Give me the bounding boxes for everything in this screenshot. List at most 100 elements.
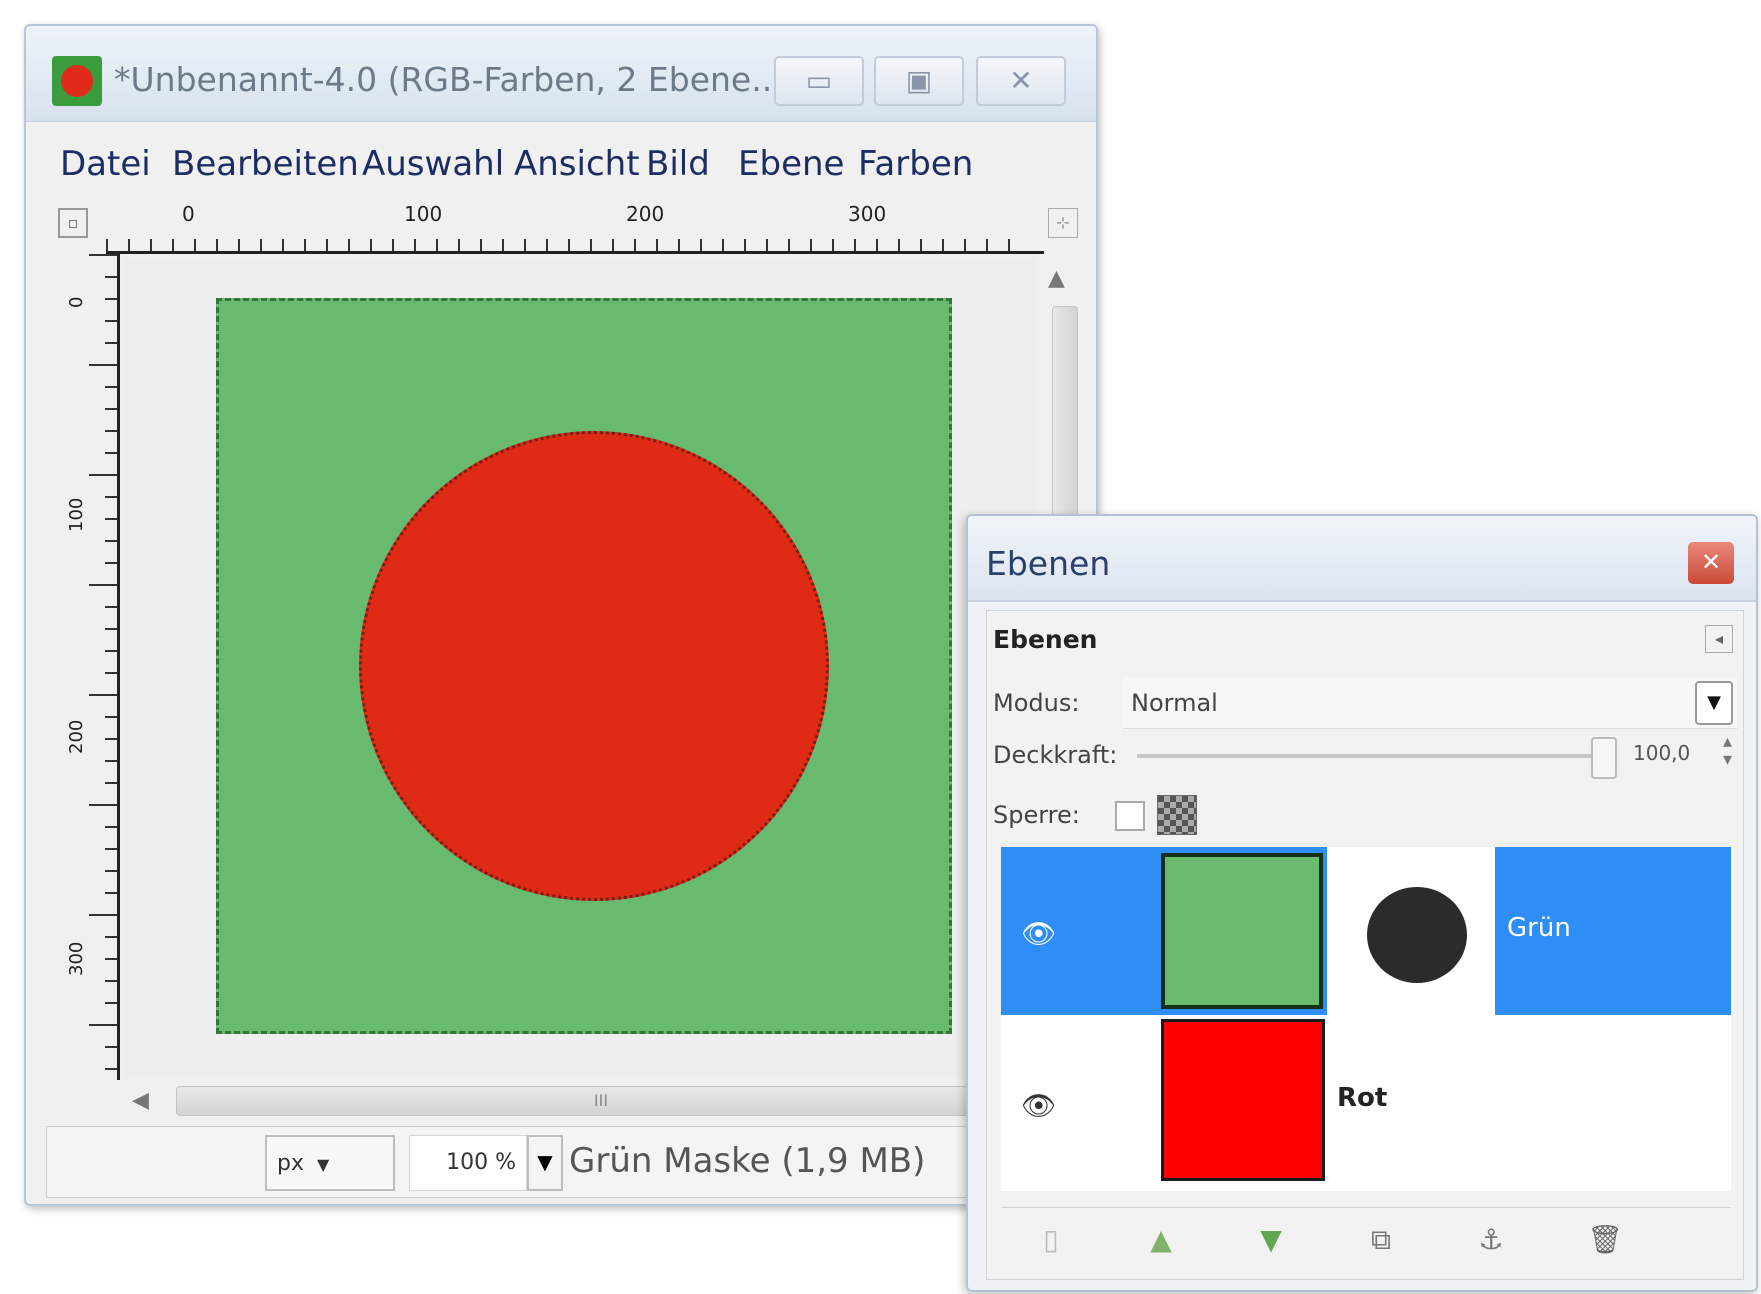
minimize-icon: ▭ — [805, 64, 833, 97]
ruler-tick — [105, 298, 117, 300]
new-layer-icon[interactable]: ▯ — [1031, 1220, 1071, 1260]
ruler-tick — [105, 936, 117, 938]
zoom-dropdown-button[interactable]: ▼ — [527, 1135, 563, 1191]
ruler-tick — [964, 239, 966, 251]
eye-icon[interactable]: 👁 — [1021, 1089, 1057, 1122]
opacity-value[interactable]: 100,0 — [1633, 741, 1690, 765]
opacity-slider-handle[interactable] — [1591, 737, 1617, 779]
mode-value: Normal — [1131, 689, 1218, 717]
ruler-tick — [194, 239, 196, 251]
layer-row-gruen[interactable]: 👁 Grün — [1001, 847, 1731, 1015]
opacity-spinner[interactable]: ▴ ▾ — [1723, 733, 1732, 769]
ruler-tick — [105, 1002, 117, 1004]
mode-label: Modus: — [993, 689, 1080, 717]
anchor-icon[interactable]: ⚓ — [1471, 1220, 1511, 1260]
menu-bearbeiten[interactable]: Bearbeiten — [172, 144, 359, 184]
layers-dock-title: Ebenen — [986, 544, 1111, 583]
horizontal-scroll-thumb[interactable]: III — [176, 1086, 1026, 1116]
ruler-tick — [89, 694, 117, 696]
horizontal-scrollbar[interactable]: ◀ III — [126, 1082, 1036, 1124]
lock-pixels-checkbox[interactable] — [1115, 801, 1145, 831]
image-window: *Unbenannt-4.0 (RGB-Farben, 2 Ebene... ▭… — [24, 24, 1098, 1206]
ruler-tick — [105, 562, 117, 564]
red-circle — [359, 431, 829, 901]
vertical-ruler: 0 100 200 300 — [60, 254, 120, 1080]
opacity-slider[interactable] — [1137, 754, 1597, 758]
ruler-tick — [370, 239, 372, 251]
ruler-tick — [89, 804, 117, 806]
ruler-tick — [722, 239, 724, 251]
ruler-tick — [986, 239, 988, 251]
layer-mask-thumbnail[interactable] — [1327, 847, 1495, 1015]
ruler-tick — [105, 408, 117, 410]
ruler-tick — [788, 239, 790, 251]
tab-menu-button[interactable]: ◂ — [1705, 625, 1733, 653]
scroll-up-icon[interactable]: ▲ — [1048, 266, 1065, 291]
opacity-label: Deckkraft: — [993, 741, 1118, 769]
ruler-tick — [524, 239, 526, 251]
quick-mask-toggle[interactable]: ▫ — [58, 208, 88, 238]
dropdown-icon[interactable]: ▼ — [1695, 681, 1733, 725]
ruler-tick — [700, 239, 702, 251]
delete-icon[interactable]: 🗑 — [1585, 1220, 1625, 1260]
ruler-tick — [105, 452, 117, 454]
scroll-left-icon[interactable]: ◀ — [132, 1088, 149, 1113]
menubar: Datei Bearbeiten Auswahl Ansicht Bild Eb… — [26, 126, 1096, 196]
ruler-tick — [898, 239, 900, 251]
menu-ebene[interactable]: Ebene — [738, 144, 844, 184]
ruler-tick — [172, 239, 174, 251]
duplicate-layer-icon[interactable]: ⧉ — [1361, 1220, 1401, 1260]
layer-row-rot[interactable]: 👁 Rot — [1001, 1019, 1731, 1187]
menu-farben[interactable]: Farben — [858, 144, 973, 184]
ruler-tick — [105, 540, 117, 542]
eye-icon[interactable]: 👁 — [1021, 917, 1057, 950]
navigate-button[interactable]: ⊹ — [1048, 208, 1078, 238]
ruler-tick — [326, 239, 328, 251]
ruler-tick — [832, 239, 834, 251]
dropdown-icon: ▼ — [537, 1150, 553, 1174]
ruler-tick — [150, 239, 152, 251]
ruler-label: 0 — [182, 202, 195, 226]
ruler-tick — [105, 826, 117, 828]
layers-tab-label: Ebenen — [993, 625, 1098, 654]
statusbar: px ▼ 100 % ▼ Grün Maske (1,9 MB) — [46, 1126, 1086, 1198]
unit-select[interactable]: px ▼ — [265, 1135, 395, 1191]
lock-alpha-icon[interactable] — [1157, 795, 1197, 835]
layers-dock-titlebar[interactable]: Ebenen ✕ — [968, 516, 1756, 602]
layer-name[interactable]: Rot — [1337, 1083, 1387, 1113]
ruler-tick — [216, 239, 218, 251]
ruler-tick — [105, 672, 117, 674]
ruler-tick — [634, 239, 636, 251]
ruler-tick — [89, 914, 117, 916]
close-button[interactable]: ✕ — [976, 56, 1066, 106]
ruler-tick — [105, 870, 117, 872]
layers-panel: Ebenen ◂ Modus: Normal ▼ Deckkraft: 100,… — [986, 610, 1744, 1280]
ruler-label: 300 — [66, 941, 87, 976]
image-canvas[interactable] — [124, 258, 1036, 1078]
ruler-tick — [105, 650, 117, 652]
window-title: *Unbenannt-4.0 (RGB-Farben, 2 Ebene... — [114, 60, 783, 99]
menu-auswahl[interactable]: Auswahl — [362, 144, 504, 184]
dock-close-button[interactable]: ✕ — [1688, 542, 1734, 584]
layer-thumbnail[interactable] — [1161, 853, 1323, 1009]
zoom-input[interactable]: 100 % — [409, 1135, 527, 1191]
menu-ansicht[interactable]: Ansicht — [514, 144, 640, 184]
menu-bild[interactable]: Bild — [646, 144, 710, 184]
minimize-button[interactable]: ▭ — [774, 56, 864, 106]
green-layer-selection — [216, 298, 952, 1034]
layer-thumbnail[interactable] — [1161, 1019, 1325, 1181]
ruler-tick — [810, 239, 812, 251]
maximize-button[interactable]: ▣ — [874, 56, 964, 106]
menu-datei[interactable]: Datei — [60, 144, 151, 184]
ruler-label: 300 — [848, 202, 887, 226]
ruler-tick — [238, 239, 240, 251]
layer-name[interactable]: Grün — [1507, 913, 1571, 943]
ruler-tick — [105, 1046, 117, 1048]
lower-layer-icon[interactable]: ▼ — [1251, 1220, 1291, 1260]
ruler-tick — [105, 716, 117, 718]
raise-layer-icon[interactable]: ▲ — [1141, 1220, 1181, 1260]
image-window-titlebar[interactable]: *Unbenannt-4.0 (RGB-Farben, 2 Ebene... ▭… — [26, 26, 1096, 122]
ruler-tick — [260, 239, 262, 251]
ruler-tick — [744, 239, 746, 251]
mode-select[interactable]: Normal ▼ — [1123, 677, 1737, 729]
